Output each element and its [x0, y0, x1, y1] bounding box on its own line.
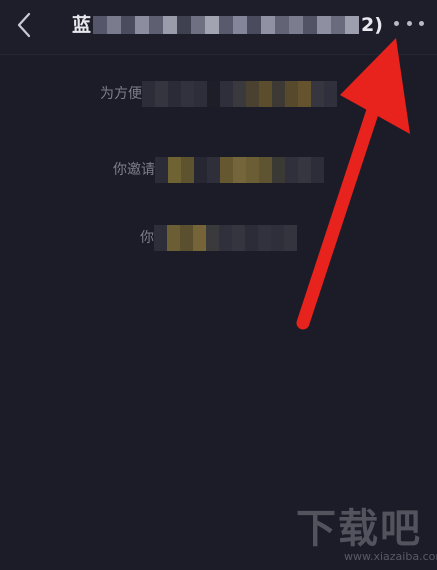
system-message: 你邀请 [0, 157, 437, 183]
chevron-left-icon [17, 12, 31, 38]
chat-title: 蓝 2) [72, 10, 383, 40]
chat-title-end: 2) [361, 14, 383, 36]
site-watermark: 下载吧 www.xiazaiba.com [296, 506, 437, 566]
system-message-text: 你 [140, 230, 154, 246]
chat-screen: 蓝 2) 为方便 你邀请 你 下载吧 www.xiazaiba.com [0, 0, 437, 570]
pixelated-region [154, 225, 297, 251]
chat-header: 蓝 2) [0, 0, 437, 55]
more-options-button[interactable] [394, 12, 424, 34]
title-pixelated-region [93, 16, 360, 34]
system-message-text: 为方便 [100, 86, 142, 102]
system-message-text: 你邀请 [113, 162, 155, 178]
system-message: 为方便 [0, 81, 437, 107]
pixelated-region [142, 81, 337, 107]
system-message: 你 [0, 225, 437, 251]
more-horizontal-icon [394, 20, 399, 26]
back-button[interactable] [10, 10, 40, 40]
more-horizontal-icon-dot [406, 20, 412, 26]
pixelated-region [155, 157, 324, 183]
watermark-logo-text: 下载吧 [296, 506, 422, 552]
chat-title-start: 蓝 [72, 14, 92, 36]
more-horizontal-icon-dot [419, 20, 424, 26]
watermark-url: www.xiazaiba.com [344, 550, 437, 563]
